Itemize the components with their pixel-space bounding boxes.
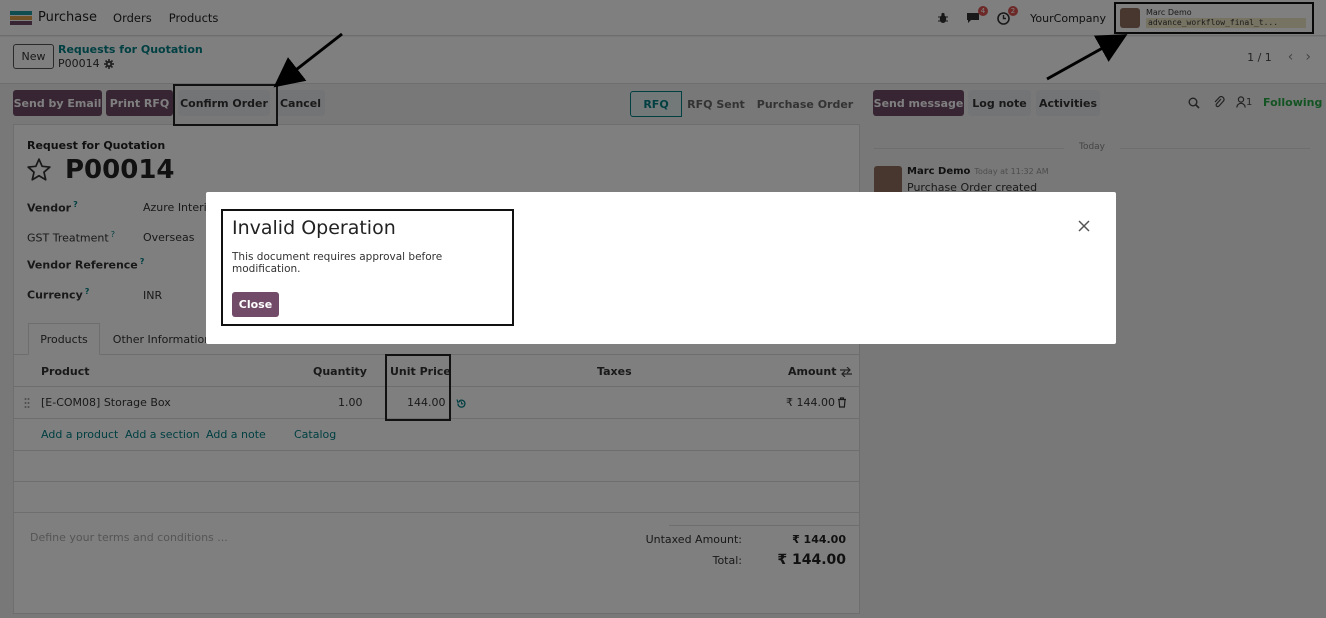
annotation-arrows	[273, 32, 1128, 88]
